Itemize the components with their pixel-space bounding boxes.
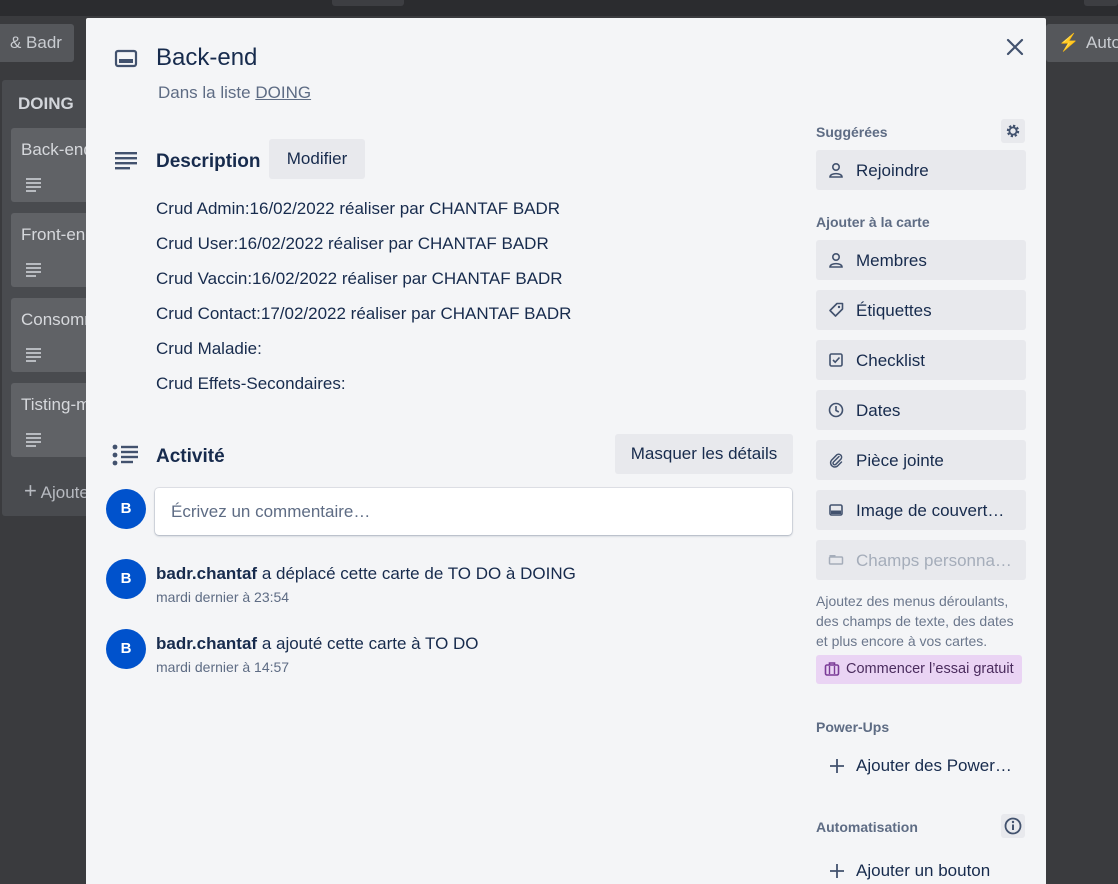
- description-line: Crud Vaccin:16/02/2022 réaliser par CHAN…: [156, 269, 563, 288]
- custom-fields-icon: [828, 555, 844, 565]
- list-title: DOING: [18, 94, 74, 113]
- plus-icon: [830, 864, 844, 878]
- card-cover-icon: [829, 504, 843, 516]
- join-button[interactable]: Rejoindre: [816, 150, 1026, 190]
- list-card[interactable]: Tisting-m: [11, 383, 91, 457]
- list-prefix: Dans la liste: [158, 83, 251, 102]
- info-icon: [1004, 817, 1022, 835]
- list-card-title: Back-end: [21, 140, 93, 159]
- description-line: Crud User:16/02/2022 réaliser par CHANTA…: [156, 234, 549, 253]
- card-list-info: Dans la liste DOING: [158, 83, 311, 103]
- activity-timestamp[interactable]: mardi dernier à 14:57: [156, 659, 289, 675]
- description-icon: [26, 348, 41, 364]
- automation-title: Automatisation: [816, 819, 918, 835]
- board-members-button[interactable]: & Badr: [0, 24, 74, 62]
- automation-info-button[interactable]: [1001, 814, 1025, 838]
- list-card[interactable]: Front-end: [11, 213, 95, 287]
- description-title: Description: [156, 151, 261, 172]
- dates-label: Dates: [856, 401, 901, 420]
- avatar[interactable]: B: [106, 489, 146, 529]
- custom-fields-note: Ajoutez des menus déroulants, des champs…: [816, 593, 1014, 649]
- dates-button[interactable]: Dates: [816, 390, 1026, 430]
- avatar[interactable]: B: [106, 629, 146, 669]
- attachment-label: Pièce jointe: [856, 451, 944, 470]
- automation-board-button[interactable]: ⚡ Auto: [1046, 24, 1118, 62]
- add-button-button[interactable]: Ajouter un bouton: [816, 851, 1026, 884]
- activity-title: Activité: [156, 446, 225, 467]
- list-card[interactable]: Consommation: [11, 298, 135, 372]
- plus-icon: [830, 759, 844, 773]
- user-icon: [829, 162, 843, 178]
- suggested-settings-button[interactable]: [1001, 119, 1025, 143]
- briefcase-icon: [824, 662, 840, 676]
- card-title[interactable]: Back-end: [156, 44, 257, 72]
- description-icon: [26, 433, 41, 449]
- cover-image-button[interactable]: Image de couvert…: [816, 490, 1026, 530]
- suggested-title: Suggérées: [816, 124, 888, 140]
- top-bar-chip: [1084, 0, 1118, 6]
- labels-label: Étiquettes: [856, 301, 932, 320]
- plus-icon: +: [24, 478, 37, 503]
- list-card[interactable]: Back-end: [11, 128, 93, 202]
- start-trial-label: Commencer l’essai gratuit: [846, 661, 1014, 677]
- add-button-label: Ajouter un bouton: [856, 861, 991, 880]
- card-icon: [114, 49, 138, 68]
- close-icon: [1006, 38, 1024, 56]
- start-trial-button[interactable]: Commencer l’essai gratuit: [816, 655, 1022, 684]
- description-line: Crud Contact:17/02/2022 réaliser par CHA…: [156, 304, 572, 323]
- activity-timestamp[interactable]: mardi dernier à 23:54: [156, 589, 289, 605]
- labels-button[interactable]: Étiquettes: [816, 290, 1026, 330]
- checklist-button[interactable]: Checklist: [816, 340, 1026, 380]
- description-icon: [26, 178, 41, 194]
- board-top-bar: [0, 0, 1118, 16]
- custom-fields-button[interactable]: Champs personna…: [816, 540, 1026, 580]
- clock-icon: [828, 402, 844, 418]
- top-bar-chip: [332, 0, 404, 6]
- automation-board-label: Auto: [1086, 33, 1118, 52]
- activity-item: badr.chantaf a ajouté cette carte à TO D…: [156, 634, 479, 654]
- avatar[interactable]: B: [106, 559, 146, 599]
- tag-icon: [829, 302, 844, 317]
- description-line: Crud Effets-Secondaires:: [156, 374, 346, 393]
- paperclip-icon: [829, 453, 843, 468]
- description-line: Crud Maladie:: [156, 339, 262, 358]
- edit-description-button[interactable]: Modifier: [269, 139, 365, 179]
- description-icon: [26, 263, 41, 279]
- members-label: Membres: [856, 251, 927, 270]
- activity-action: a ajouté cette carte à TO DO: [257, 634, 479, 653]
- custom-fields-label: Champs personna…: [856, 551, 1012, 570]
- user-icon: [829, 252, 843, 268]
- comment-input[interactable]: Écrivez un commentaire…: [155, 488, 792, 535]
- join-label: Rejoindre: [856, 161, 929, 180]
- description-line: Crud Admin:16/02/2022 réaliser par CHANT…: [156, 199, 561, 218]
- activity-action: a déplacé cette carte de TO DO à DOING: [257, 564, 576, 583]
- lightning-icon: ⚡: [1058, 33, 1080, 52]
- attachment-button[interactable]: Pièce jointe: [816, 440, 1026, 480]
- close-button[interactable]: [998, 30, 1032, 64]
- add-powerups-button[interactable]: Ajouter des Power…: [816, 746, 1026, 786]
- list-card-title: Tisting-m: [21, 395, 91, 414]
- add-to-card-title: Ajouter à la carte: [816, 214, 930, 230]
- add-powerups-label: Ajouter des Power…: [856, 756, 1012, 775]
- description-icon: [115, 152, 137, 170]
- members-button[interactable]: Membres: [816, 240, 1026, 280]
- checklist-label: Checklist: [856, 351, 925, 370]
- list-link[interactable]: DOING: [255, 83, 311, 102]
- activity-user-link[interactable]: badr.chantaf: [156, 634, 257, 653]
- activity-user-link[interactable]: badr.chantaf: [156, 564, 257, 583]
- hide-details-button[interactable]: Masquer les détails: [615, 434, 793, 474]
- activity-item: badr.chantaf a déplacé cette carte de TO…: [156, 564, 576, 584]
- list-card-title: Front-end: [21, 225, 95, 244]
- gear-icon: [1006, 124, 1020, 138]
- cover-image-label: Image de couvert…: [856, 501, 1005, 520]
- activity-icon: [112, 444, 138, 466]
- powerups-title: Power-Ups: [816, 719, 890, 735]
- checkbox-icon: [829, 353, 843, 367]
